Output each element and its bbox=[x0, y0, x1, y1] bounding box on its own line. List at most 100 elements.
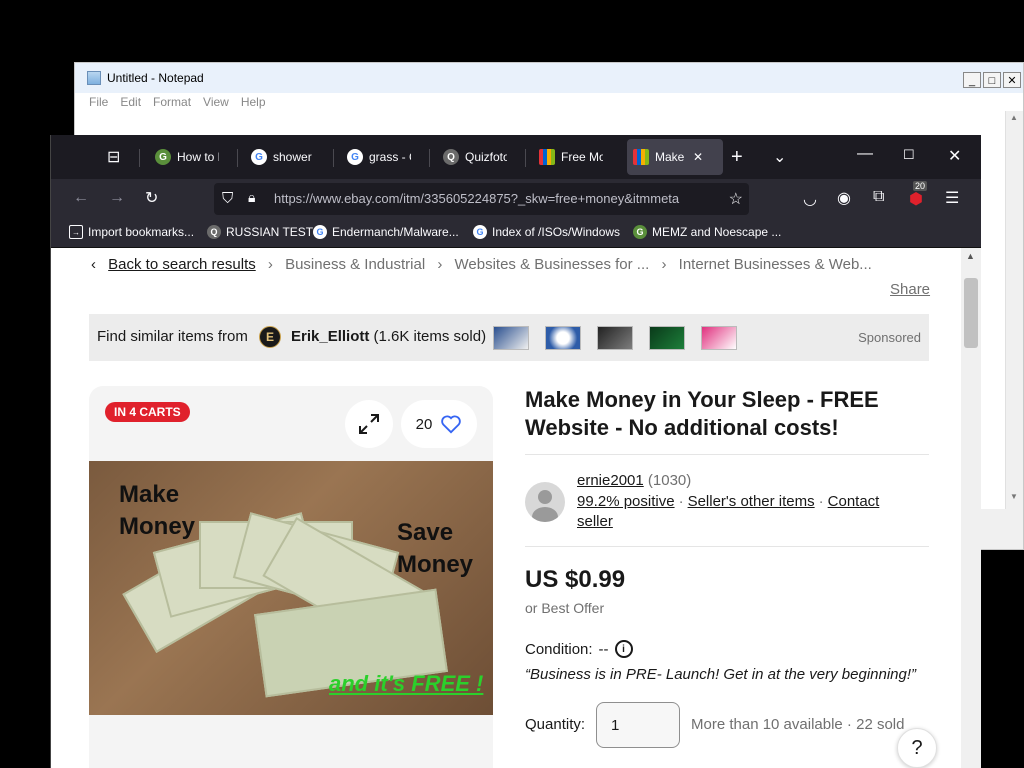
quizfoto-favicon-icon: Q bbox=[207, 225, 221, 239]
seller-name-link[interactable]: ernie2001 bbox=[577, 472, 644, 489]
ebay-favicon-icon bbox=[633, 149, 649, 165]
bookmarks-toolbar: → Import bookmarks... Q RUSSIAN TEST G E… bbox=[51, 219, 981, 248]
forward-arrow-icon[interactable]: → bbox=[109, 189, 125, 207]
back-arrow-icon[interactable]: ← bbox=[73, 189, 89, 207]
window-minimize-icon[interactable]: — bbox=[857, 145, 873, 163]
scroll-up-arrow-icon[interactable]: ▲ bbox=[966, 251, 975, 261]
image-caption-free: and it's FREE ! bbox=[329, 671, 484, 696]
seller-other-items-link[interactable]: Seller's other items bbox=[688, 493, 815, 510]
url-text[interactable]: https://www.ebay.com/itm/335605224875?_s… bbox=[274, 191, 714, 206]
scrollbar-thumb[interactable] bbox=[964, 278, 978, 348]
product-image[interactable]: Make Money Save Money and it's FREE ! bbox=[89, 461, 493, 715]
notepad-vertical-scrollbar[interactable]: ▲ ▼ bbox=[1005, 111, 1023, 549]
pocket-icon[interactable]: ◡ bbox=[803, 189, 817, 209]
sponsored-seller-name[interactable]: Erik_Elliott (1.6K items sold) bbox=[291, 328, 486, 345]
navigation-toolbar: ← → ↻ ⛉ 🔒︎ https://www.ebay.com/itm/3356… bbox=[51, 179, 981, 219]
page-vertical-scrollbar[interactable]: ▲ bbox=[961, 248, 981, 768]
quantity-input[interactable] bbox=[596, 702, 680, 748]
seller-links: 99.2% positive · Seller's other items · Cont… bbox=[577, 493, 880, 530]
share-link[interactable]: Share bbox=[890, 281, 930, 298]
tab-quizfoto[interactable]: Q Quizfoto bbox=[439, 139, 523, 175]
bookmark-endermanch[interactable]: G Endermanch/Malware... bbox=[313, 225, 459, 239]
sponsored-thumbnail[interactable] bbox=[597, 326, 633, 350]
window-close-icon[interactable]: ✕ bbox=[948, 146, 961, 166]
listing-title: Make Money in Your Sleep - FREE Website … bbox=[525, 387, 879, 440]
url-bar[interactable]: ⛉ 🔒︎ https://www.ebay.com/itm/3356052248… bbox=[214, 183, 749, 215]
lock-icon[interactable]: 🔒︎ bbox=[248, 189, 255, 206]
tab-grass[interactable]: G grass - G bbox=[343, 139, 427, 175]
notepad-minimize-button[interactable]: _ bbox=[963, 72, 981, 88]
help-button[interactable]: ? bbox=[897, 728, 937, 768]
tab-groups-icon[interactable]: ⊟ bbox=[107, 147, 120, 167]
shield-icon[interactable]: ⛉ bbox=[222, 190, 233, 207]
grass-favicon-icon: G bbox=[155, 149, 171, 165]
notepad-menu-view[interactable]: View bbox=[203, 95, 229, 109]
extensions-icon[interactable]: ⧉ bbox=[873, 188, 884, 206]
google-favicon-icon: G bbox=[347, 149, 363, 165]
breadcrumb: ‹ Back to search results › Business & In… bbox=[91, 256, 872, 273]
menu-hamburger-icon[interactable]: ☰ bbox=[945, 188, 959, 208]
breadcrumb-item-internet-businesses[interactable]: Internet Businesses & Web... bbox=[679, 256, 872, 273]
breadcrumb-item-websites[interactable]: Websites & Businesses for ... bbox=[455, 256, 650, 273]
window-maximize-icon[interactable]: ☐ bbox=[903, 147, 915, 163]
bookmark-memz[interactable]: G MEMZ and Noescape ... bbox=[633, 225, 781, 239]
ebay-listing-page: ‹ Back to search results › Business & In… bbox=[51, 248, 961, 768]
condition-description: “Business is in PRE- Launch! Get in at t… bbox=[525, 666, 917, 683]
bookmark-index-isos[interactable]: G Index of /ISOs/Windows bbox=[473, 225, 620, 239]
notepad-app-icon bbox=[87, 71, 101, 85]
tab-shower[interactable]: G shower - bbox=[247, 139, 331, 175]
watch-button[interactable]: 20 bbox=[401, 400, 477, 448]
notepad-resize-grip[interactable] bbox=[981, 509, 1023, 549]
google-favicon-icon: G bbox=[473, 225, 487, 239]
google-favicon-icon: G bbox=[313, 225, 327, 239]
chevron-right-icon: › bbox=[437, 256, 443, 273]
tab-bar: ⊟ G How to E G shower - G grass - G Q Qu… bbox=[51, 135, 981, 179]
expand-image-button[interactable] bbox=[345, 400, 393, 448]
import-icon: → bbox=[69, 225, 83, 239]
bookmark-star-icon[interactable]: ☆ bbox=[729, 189, 743, 209]
extension-badge: 20 bbox=[913, 181, 928, 191]
notepad-menu-file[interactable]: File bbox=[89, 95, 108, 109]
seller-logo-icon[interactable]: E bbox=[259, 326, 281, 348]
divider bbox=[525, 454, 929, 455]
seller-positive-link[interactable]: 99.2% positive bbox=[577, 493, 675, 510]
notepad-menu-edit[interactable]: Edit bbox=[120, 95, 141, 109]
scroll-down-arrow-icon[interactable]: ▼ bbox=[1010, 492, 1018, 501]
expand-icon bbox=[359, 414, 379, 434]
notepad-menu-help[interactable]: Help bbox=[241, 95, 266, 109]
seller-avatar[interactable] bbox=[525, 482, 565, 522]
chevron-right-icon: › bbox=[267, 256, 273, 273]
breadcrumb-item-business-industrial[interactable]: Business & Industrial bbox=[285, 256, 425, 273]
info-icon[interactable]: i bbox=[614, 640, 633, 658]
sponsored-thumbnail[interactable] bbox=[493, 326, 529, 350]
seller-feedback-count: (1030) bbox=[647, 472, 692, 489]
notepad-close-button[interactable]: ✕ bbox=[1003, 72, 1021, 88]
tab-how-to[interactable]: G How to E bbox=[151, 139, 235, 175]
sponsored-text: Find similar items from bbox=[97, 328, 248, 345]
list-tabs-chevron-icon[interactable]: ⌄ bbox=[773, 147, 786, 167]
in-carts-badge: IN 4 CARTS bbox=[105, 402, 190, 422]
notepad-title: Untitled - Notepad bbox=[107, 71, 204, 85]
ublock-icon[interactable]: ⬢ bbox=[909, 189, 923, 209]
bookmark-russian-test[interactable]: Q RUSSIAN TEST bbox=[207, 225, 313, 239]
tab-close-icon[interactable]: ✕ bbox=[693, 150, 703, 164]
sponsored-bar[interactable]: Find similar items from E Erik_Elliott (… bbox=[89, 314, 929, 361]
sponsored-thumbnail[interactable] bbox=[545, 326, 581, 350]
tab-free-money[interactable]: Free Mon bbox=[535, 139, 619, 175]
heart-icon bbox=[441, 415, 462, 434]
scroll-up-arrow-icon[interactable]: ▲ bbox=[1010, 113, 1018, 122]
back-to-search-link[interactable]: Back to search results bbox=[108, 256, 256, 273]
notepad-maximize-button[interactable]: □ bbox=[983, 72, 1001, 88]
new-tab-plus-icon[interactable]: + bbox=[731, 146, 743, 169]
sponsored-thumbnail[interactable] bbox=[649, 326, 685, 350]
chevron-left-icon[interactable]: ‹ bbox=[91, 256, 96, 273]
notepad-menu-format[interactable]: Format bbox=[153, 95, 191, 109]
tab-make-money-active[interactable]: Make I ✕ bbox=[627, 139, 723, 175]
sponsored-thumbnail[interactable] bbox=[701, 326, 737, 350]
best-offer-text: or Best Offer bbox=[525, 600, 605, 616]
bookmark-import[interactable]: → Import bookmarks... bbox=[69, 225, 194, 239]
account-icon[interactable]: ◉ bbox=[837, 188, 851, 208]
reload-icon[interactable]: ↻ bbox=[145, 188, 158, 208]
chevron-right-icon: › bbox=[661, 256, 667, 273]
notepad-titlebar[interactable]: Untitled - Notepad _ □ ✕ bbox=[75, 63, 1023, 93]
